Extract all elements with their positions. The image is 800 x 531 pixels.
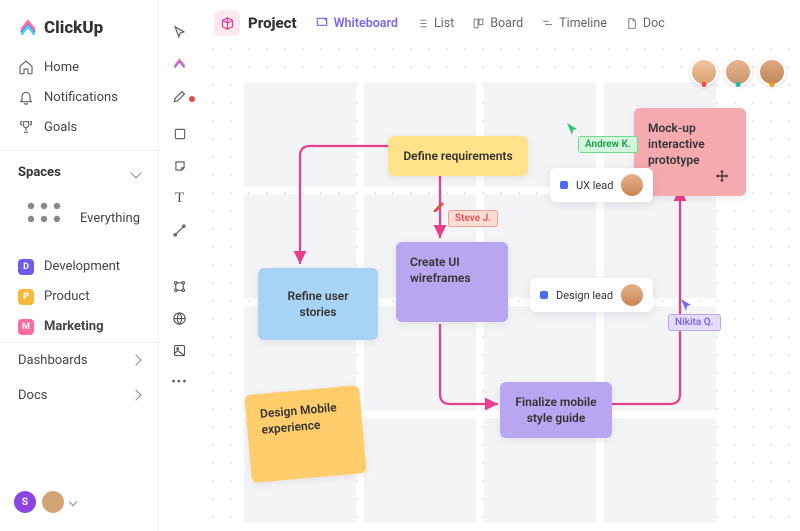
avatar: [621, 284, 643, 306]
grid-icon: [18, 193, 70, 245]
nav-goals[interactable]: Goals: [0, 112, 158, 142]
presence-avatar[interactable]: [690, 58, 718, 86]
move-icon: [714, 168, 730, 184]
nav-home[interactable]: Home: [0, 52, 158, 82]
docs-section[interactable]: Docs: [0, 378, 158, 413]
project-cube-icon: [214, 10, 240, 36]
cursor-tag-nikita: Nikita Q.: [668, 314, 721, 331]
tab-timeline[interactable]: Timeline: [541, 16, 607, 31]
doc-icon: [625, 17, 638, 30]
color-indicator: [189, 96, 195, 102]
tab-board[interactable]: Board: [472, 16, 523, 31]
trophy-icon: [18, 119, 34, 135]
brand-logo[interactable]: ClickUp: [0, 18, 158, 52]
list-icon: [416, 17, 429, 30]
status-square: [540, 291, 548, 299]
user-avatar[interactable]: S: [14, 491, 36, 513]
tab-whiteboard[interactable]: Whiteboard: [315, 16, 398, 31]
clickup-logo-icon: [18, 18, 38, 38]
chevron-down-icon: [130, 167, 141, 178]
text-tool[interactable]: T: [172, 190, 188, 206]
status-square: [560, 181, 568, 189]
presence-avatar[interactable]: [758, 58, 786, 86]
pen-tool[interactable]: [172, 88, 188, 104]
bell-icon: [18, 89, 34, 105]
project-chip[interactable]: Project: [214, 10, 297, 36]
pill-ux-lead[interactable]: UX lead: [550, 168, 653, 202]
avatar: [621, 174, 643, 196]
timeline-icon: [541, 17, 554, 30]
presence-avatar[interactable]: [724, 58, 752, 86]
chevron-right-icon: [130, 355, 141, 366]
space-marketing[interactable]: MMarketing: [0, 312, 158, 342]
whiteboard-canvas[interactable]: Define requirements Refine user stories …: [200, 46, 800, 531]
shape-tool[interactable]: [172, 126, 188, 142]
note-refine-stories[interactable]: Refine user stories: [258, 268, 378, 340]
space-badge: D: [18, 259, 34, 275]
note-wireframes[interactable]: Create UI wireframes: [396, 242, 508, 322]
chevron-right-icon: [130, 390, 141, 401]
dashboards-section[interactable]: Dashboards: [0, 342, 158, 378]
image-tool[interactable]: [172, 342, 188, 358]
sidebar: ClickUp Home Notifications Goals Spaces …: [0, 0, 158, 531]
connector-tool[interactable]: [172, 222, 188, 238]
cursor-tag-steve: Steve J.: [448, 210, 498, 227]
sticky-tool[interactable]: [172, 158, 188, 174]
space-badge: M: [18, 319, 34, 335]
board-icon: [472, 17, 485, 30]
cursor-icon: [680, 298, 692, 312]
note-define-requirements[interactable]: Define requirements: [388, 136, 528, 176]
tab-doc[interactable]: Doc: [625, 16, 665, 31]
cursor-tag-andrew: Andrew K.: [578, 136, 638, 153]
note-finalize[interactable]: Finalize mobile style guide: [500, 382, 612, 438]
space-product[interactable]: PProduct: [0, 282, 158, 312]
chevron-down-icon: [69, 498, 77, 506]
cursor-icon: [566, 122, 578, 136]
topbar: Project Whiteboard List Board Timeline D…: [200, 0, 800, 46]
main-area: Project Whiteboard List Board Timeline D…: [200, 0, 800, 531]
space-badge: P: [18, 289, 34, 305]
sidebar-footer[interactable]: S: [0, 483, 158, 521]
clickup-tool[interactable]: [172, 56, 188, 72]
spaces-header[interactable]: Spaces: [0, 150, 158, 186]
pen-cursor-icon: [432, 198, 446, 212]
pill-design-lead[interactable]: Design lead: [530, 278, 653, 312]
more-tools[interactable]: •••: [172, 374, 188, 390]
user-avatar-2[interactable]: [42, 491, 64, 513]
nav-notifications[interactable]: Notifications: [0, 82, 158, 112]
space-development[interactable]: DDevelopment: [0, 252, 158, 282]
presence-avatars[interactable]: [690, 58, 786, 86]
integrations-tool[interactable]: [172, 278, 188, 294]
space-everything[interactable]: Everything: [0, 186, 158, 252]
web-tool[interactable]: [172, 310, 188, 326]
note-mobile-experience[interactable]: Design Mobile experience: [244, 385, 366, 483]
whiteboard-toolbar: T •••: [158, 0, 200, 531]
home-icon: [18, 59, 34, 75]
tab-list[interactable]: List: [416, 16, 454, 31]
pointer-tool[interactable]: [172, 24, 188, 40]
whiteboard-icon: [315, 16, 329, 30]
